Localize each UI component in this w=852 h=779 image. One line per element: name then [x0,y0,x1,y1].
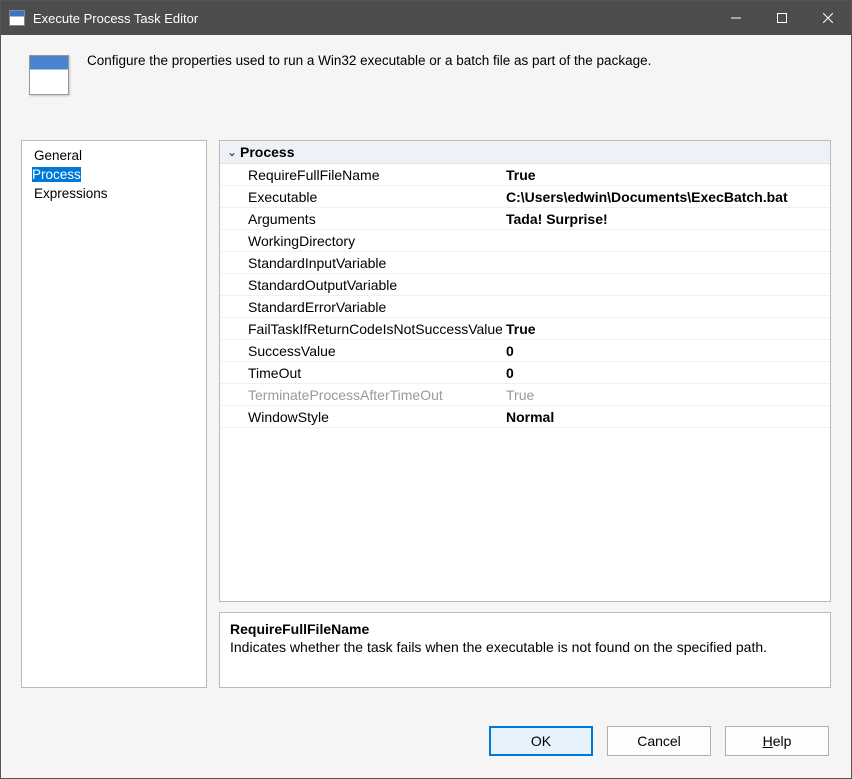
property-name: WorkingDirectory [220,232,502,250]
titlebar: Execute Process Task Editor [1,1,851,35]
property-group-header[interactable]: ⌄ Process [220,141,830,164]
property-row[interactable]: StandardOutputVariable [220,274,830,296]
help-rest: elp [773,733,792,749]
property-row[interactable]: WorkingDirectory [220,230,830,252]
window-icon [9,10,25,26]
property-row[interactable]: WindowStyle Normal [220,406,830,428]
chevron-down-icon: ⌄ [224,146,240,159]
button-row: OK Cancel Help [1,710,851,778]
property-value[interactable]: 0 [502,342,830,360]
minimize-button[interactable] [713,1,759,35]
property-name: RequireFullFileName [220,166,502,184]
cancel-label: Cancel [637,733,681,749]
property-row: TerminateProcessAfterTimeOut True [220,384,830,406]
property-grid: ⌄ Process RequireFullFileName True Execu… [219,140,831,602]
property-name: SuccessValue [220,342,502,360]
window-title: Execute Process Task Editor [33,11,713,26]
maximize-button[interactable] [759,1,805,35]
property-value[interactable] [502,284,830,286]
minimize-icon [731,13,741,23]
description-title: RequireFullFileName [230,621,820,637]
property-value[interactable]: True [502,166,830,184]
property-value[interactable]: Tada! Surprise! [502,210,830,228]
task-icon [29,55,69,95]
property-row[interactable]: SuccessValue 0 [220,340,830,362]
property-value: True [502,386,830,404]
nav-item-expressions[interactable]: Expressions [22,184,206,203]
property-value[interactable]: 0 [502,364,830,382]
property-row[interactable]: TimeOut 0 [220,362,830,384]
header-text: Configure the properties used to run a W… [87,53,831,68]
description-text: Indicates whether the task fails when th… [230,639,820,655]
property-value[interactable]: True [502,320,830,338]
property-value[interactable]: Normal [502,408,830,426]
property-name: Arguments [220,210,502,228]
nav-panel: General Process Expressions [21,140,207,688]
property-name: StandardOutputVariable [220,276,502,294]
property-name: WindowStyle [220,408,502,426]
property-row[interactable]: Executable C:\Users\edwin\Documents\Exec… [220,186,830,208]
property-name: TimeOut [220,364,502,382]
maximize-icon [777,13,787,23]
property-name: StandardInputVariable [220,254,502,272]
property-row[interactable]: StandardErrorVariable [220,296,830,318]
close-icon [823,13,833,23]
ok-label: OK [531,733,551,749]
close-button[interactable] [805,1,851,35]
main-panels: General Process Expressions ⌄ Process Re… [1,105,851,710]
property-row[interactable]: FailTaskIfReturnCodeIsNotSuccessValue Tr… [220,318,830,340]
property-row[interactable]: Arguments Tada! Surprise! [220,208,830,230]
property-value[interactable] [502,262,830,264]
nav-item-process[interactable]: Process [32,167,81,182]
property-group-label: Process [240,144,294,160]
cancel-button[interactable]: Cancel [607,726,711,756]
property-name: Executable [220,188,502,206]
property-value[interactable] [502,240,830,242]
nav-item-general[interactable]: General [22,146,206,165]
content-area: Configure the properties used to run a W… [1,35,851,778]
property-grid-fill [220,428,830,601]
help-accel: H [763,733,773,749]
dialog-window: Execute Process Task Editor Configure th… [0,0,852,779]
property-name: FailTaskIfReturnCodeIsNotSuccessValue [220,320,502,338]
right-stack: ⌄ Process RequireFullFileName True Execu… [219,140,831,688]
header-description: Configure the properties used to run a W… [1,35,851,105]
help-button[interactable]: Help [725,726,829,756]
property-name: TerminateProcessAfterTimeOut [220,386,502,404]
property-row[interactable]: RequireFullFileName True [220,164,830,186]
property-name: StandardErrorVariable [220,298,502,316]
ok-button[interactable]: OK [489,726,593,756]
property-value[interactable]: C:\Users\edwin\Documents\ExecBatch.bat [502,188,830,206]
property-value[interactable] [502,306,830,308]
property-row[interactable]: StandardInputVariable [220,252,830,274]
description-panel: RequireFullFileName Indicates whether th… [219,612,831,688]
